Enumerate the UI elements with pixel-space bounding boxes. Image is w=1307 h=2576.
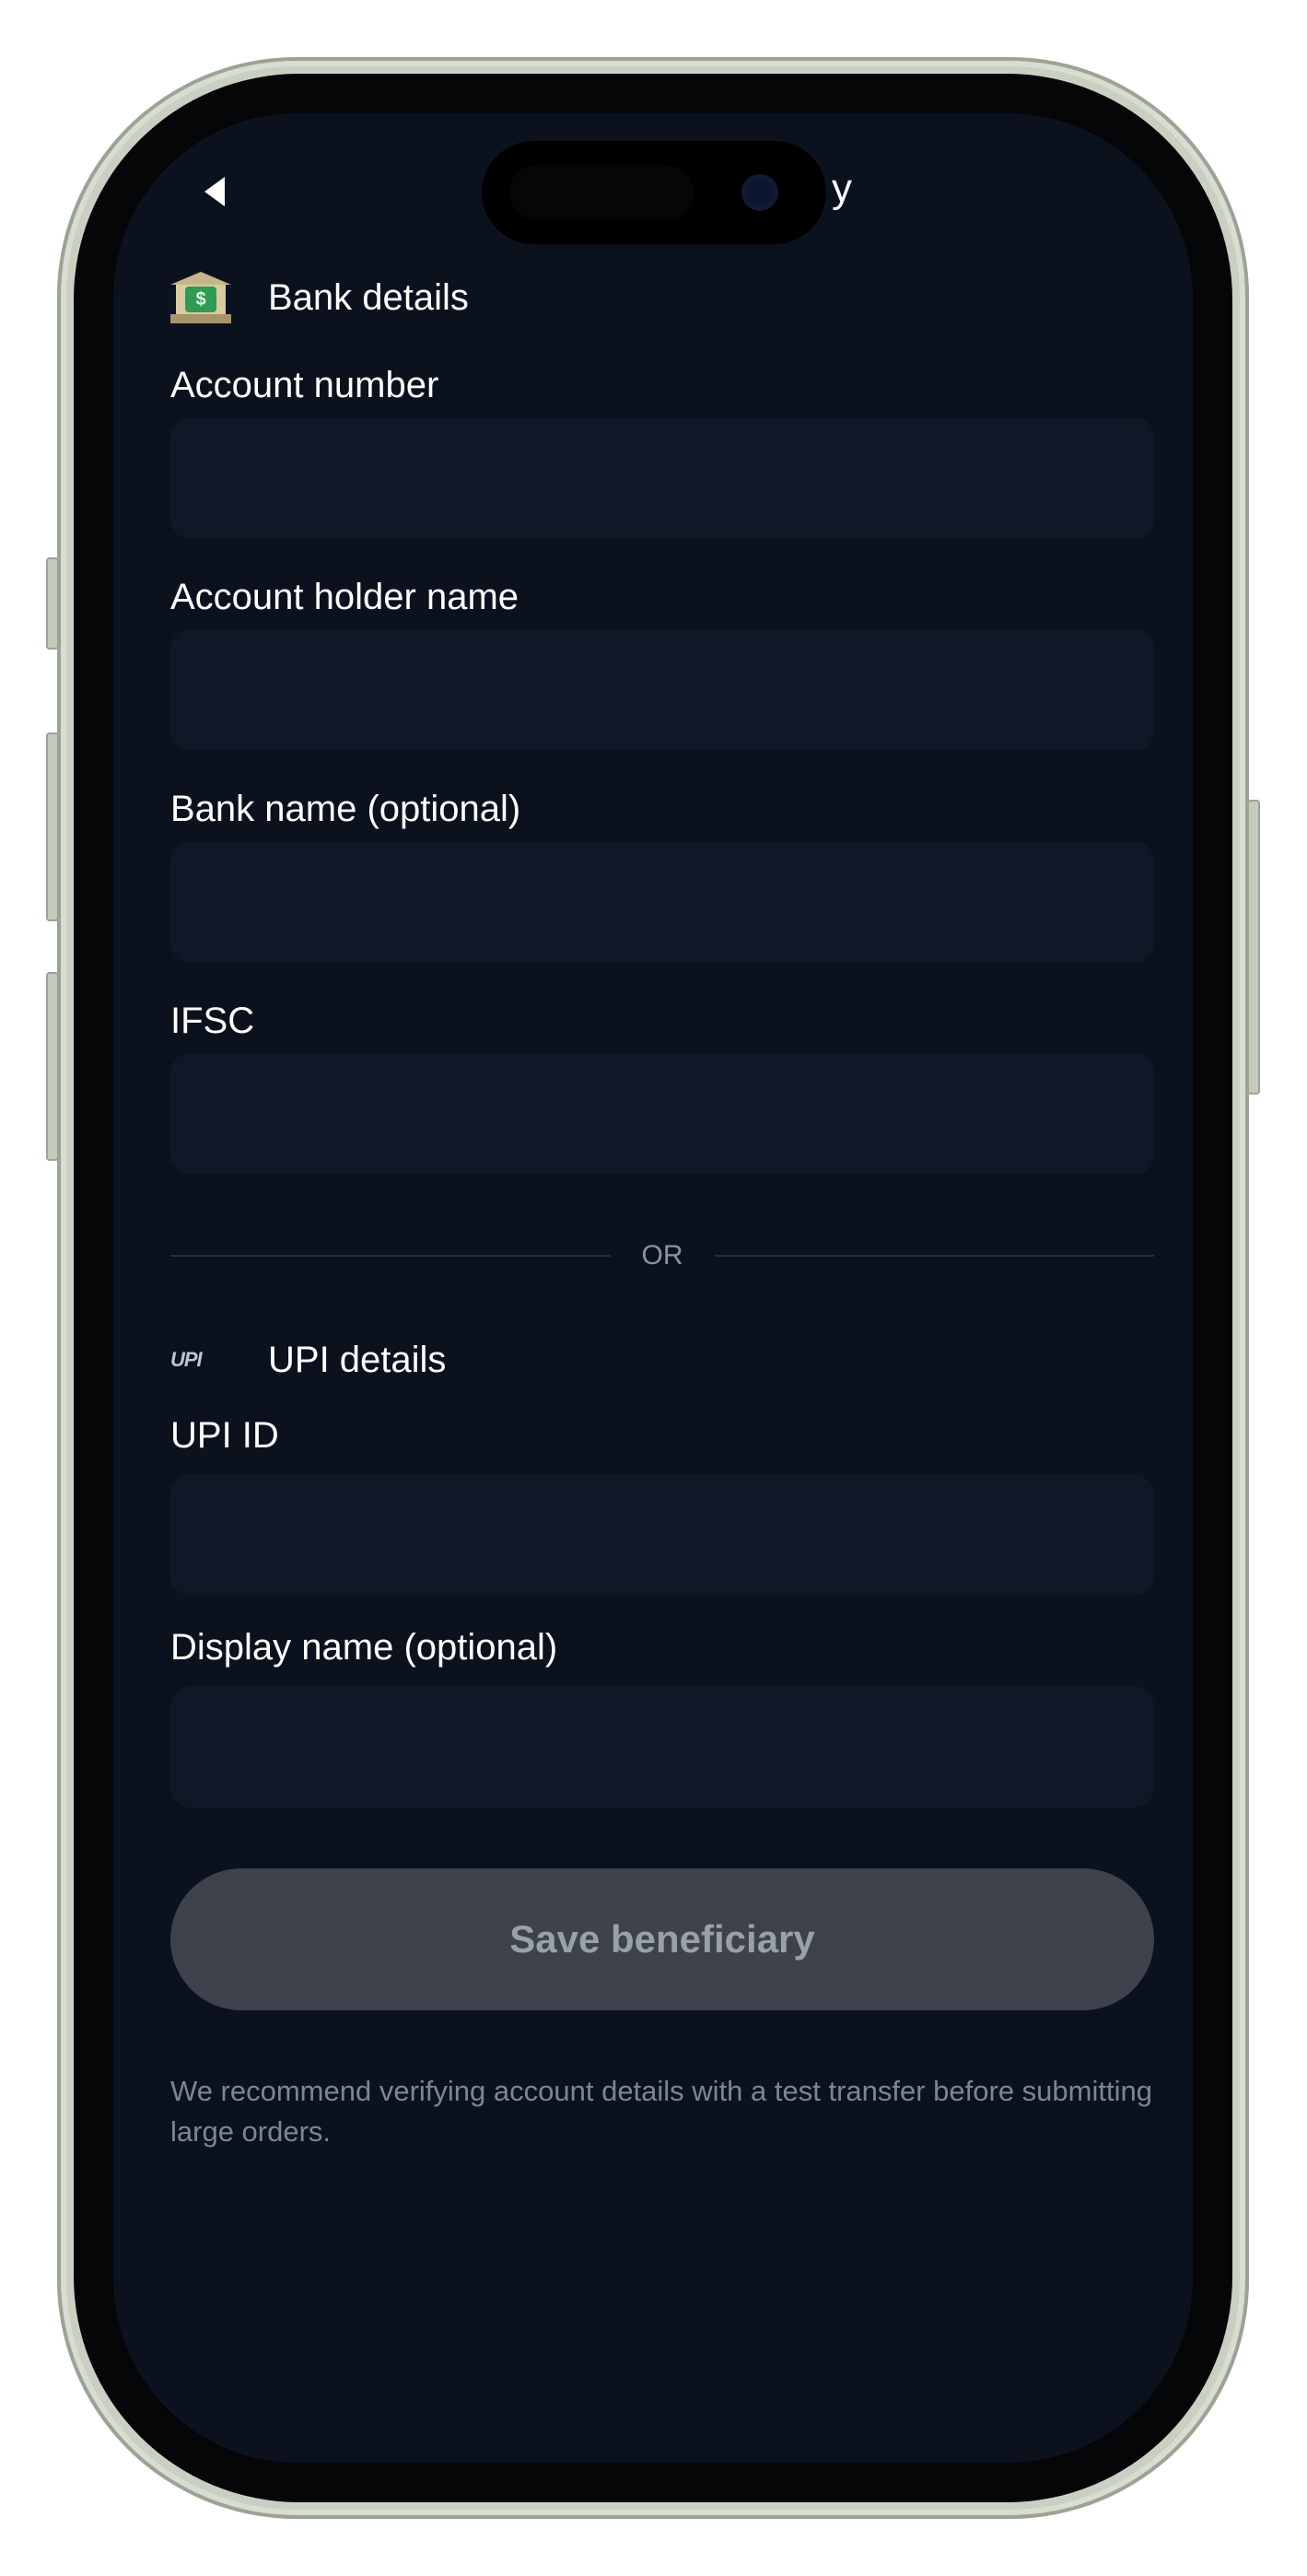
- power-button: [1247, 800, 1260, 1095]
- divider-line-right: [714, 1255, 1154, 1257]
- account-number-label: Account number: [170, 365, 439, 405]
- upi-details-header: UPI UPI details: [170, 1332, 446, 1388]
- display-name-label: Display name (optional): [170, 1627, 558, 1668]
- or-divider: OR: [170, 1233, 1154, 1279]
- bank-details-title: Bank details: [268, 276, 469, 318]
- upi-id-label: UPI ID: [170, 1415, 279, 1456]
- front-camera: [741, 174, 778, 211]
- or-label: OR: [641, 1240, 683, 1270]
- account-holder-name-label: Account holder name: [170, 577, 519, 617]
- display-name-input[interactable]: [170, 1686, 1154, 1808]
- dynamic-island: [482, 141, 826, 244]
- island-sensor: [509, 165, 694, 220]
- upi-details-title: UPI details: [268, 1339, 447, 1380]
- volume-up-button: [46, 732, 59, 921]
- bank-name-input[interactable]: [170, 841, 1154, 963]
- save-beneficiary-button[interactable]: Save beneficiary: [170, 1868, 1154, 2010]
- action-button: [46, 557, 59, 650]
- bank-name-label: Bank name (optional): [170, 789, 521, 829]
- ifsc-label: IFSC: [170, 1001, 255, 1041]
- divider-line-left: [170, 1255, 611, 1257]
- account-number-input[interactable]: [170, 417, 1154, 539]
- back-arrow-icon: [204, 177, 225, 206]
- app-screen: y $ Bank details Account number Account …: [113, 113, 1193, 2463]
- bank-icon: $: [170, 272, 231, 323]
- upi-logo-icon: UPI: [170, 1348, 203, 1371]
- back-button[interactable]: [187, 164, 242, 219]
- account-holder-name-input[interactable]: [170, 629, 1154, 751]
- bank-details-header: $ Bank details: [170, 270, 469, 325]
- ifsc-input[interactable]: [170, 1053, 1154, 1175]
- upi-id-input[interactable]: [170, 1474, 1154, 1596]
- page-title: y: [832, 166, 852, 211]
- volume-down-button: [46, 972, 59, 1161]
- verification-note: We recommend verifying account details w…: [170, 2075, 1152, 2148]
